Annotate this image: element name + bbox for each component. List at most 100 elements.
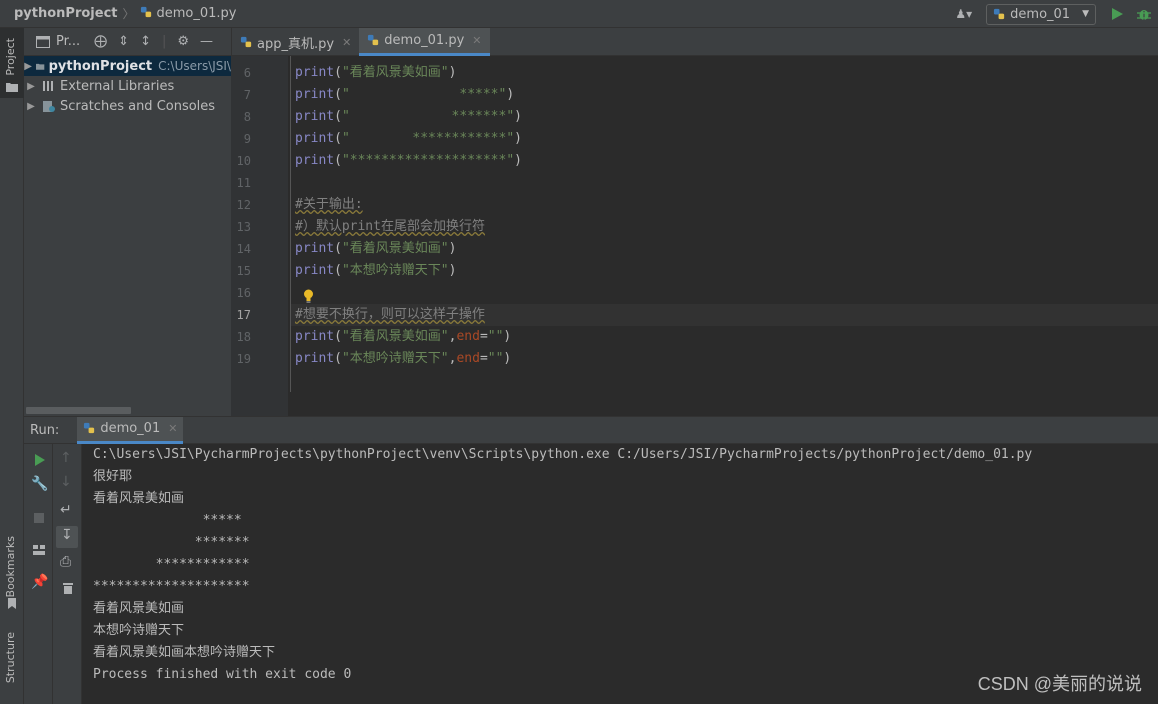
code-line: print("看着风景美如画") [295, 62, 456, 84]
run-toolbar-primary: 🔧 📌 [24, 444, 53, 704]
code-line: print(" *****") [295, 84, 514, 106]
print-icon[interactable]: ⎙ [60, 554, 76, 570]
project-panel-title[interactable]: Pr... [56, 34, 80, 49]
scroll-to-end-button[interactable]: ↧ [56, 526, 78, 548]
layout-icon[interactable] [31, 542, 47, 558]
navbar-actions: ♟▾ demo_01 ▼ [955, 0, 1158, 28]
code-token: = [479, 351, 488, 366]
editor-tab-bar: app_真机.py ✕ demo_01.py ✕ [231, 28, 1158, 56]
close-icon[interactable]: ✕ [168, 422, 177, 435]
hide-icon[interactable]: — [200, 34, 213, 49]
debug-icon[interactable] [1136, 6, 1152, 22]
run-toolbar-secondary: ↑ ↓ ↵ ↧ ⎙ [53, 444, 82, 704]
code-token: #关于输出: [295, 197, 363, 212]
line-number: 9 [243, 132, 251, 146]
pin-icon[interactable]: 📌 [31, 574, 48, 590]
arrow-up-icon[interactable]: ↑ [60, 450, 76, 466]
run-tab-label: demo_01 [100, 421, 161, 436]
line-number: 6 [243, 66, 251, 80]
python-file-icon [368, 34, 379, 46]
rerun-icon[interactable] [31, 452, 47, 468]
line-number: 8 [243, 110, 251, 124]
tree-item-label: External Libraries [60, 78, 175, 94]
console-line: C:\Users\JSI\PycharmProjects\pythonProje… [93, 447, 1033, 462]
line-number: 19 [236, 352, 251, 366]
code-token: ( [334, 131, 342, 146]
collapse-all-icon[interactable]: ↕ [140, 34, 151, 49]
tree-item-label: Scratches and Consoles [60, 98, 216, 114]
code-line: #想要不换行，则可以这样子操作 [295, 304, 485, 326]
folder-icon [6, 83, 18, 92]
panel-icon [36, 35, 50, 48]
close-icon[interactable]: ✕ [472, 34, 481, 47]
structure-tool-tab[interactable]: Structure [4, 632, 17, 683]
code-token: end [456, 351, 480, 366]
left-tool-strip: Project Bookmarks Structure [0, 28, 24, 704]
code-token: ) [448, 263, 457, 278]
code-token: ) [448, 65, 457, 80]
code-token: ( [334, 241, 342, 256]
code-token: ) [514, 153, 522, 168]
code-token: "看着风景美如画" [341, 241, 449, 256]
tree-item-external-libraries[interactable]: ▶ External Libraries [24, 76, 231, 96]
tree-item-project-root[interactable]: ▶ pythonProject C:\Users\JSI\ [24, 56, 231, 76]
code-token: #）默认print在尾部会加换行符 [295, 219, 485, 234]
project-tool-tab[interactable]: Project [4, 38, 17, 76]
tab-app-zhenji[interactable]: app_真机.py ✕ [232, 28, 359, 56]
bookmark-icon [8, 598, 16, 609]
run-tab-demo-01[interactable]: demo_01 ✕ [77, 416, 184, 444]
code-line: print("本想吟诗赠天下",end="") [295, 348, 511, 370]
tree-item-scratches[interactable]: ▶ Scratches and Consoles [24, 96, 231, 116]
horizontal-scrollbar[interactable] [26, 407, 131, 414]
run-configuration-select[interactable]: demo_01 ▼ [986, 3, 1096, 25]
close-icon[interactable]: ✕ [342, 36, 351, 49]
locate-icon[interactable]: ⨁ [94, 34, 107, 49]
line-number: 11 [236, 176, 251, 190]
run-configuration-label: demo_01 [1010, 6, 1071, 22]
code-token: "看着风景美如画" [341, 65, 449, 80]
code-line: print(" ************") [295, 128, 522, 150]
folder-icon [36, 63, 45, 70]
console-line: 看着风景美如画本想吟诗赠天下 [93, 645, 276, 660]
console-line: Process finished with exit code 0 [93, 667, 352, 682]
run-console[interactable]: C:\Users\JSI\PycharmProjects\pythonProje… [82, 444, 1158, 704]
wrench-icon[interactable]: 🔧 [31, 476, 48, 492]
code-line: print("********************") [295, 150, 522, 172]
breadcrumb-file[interactable]: demo_01.py [140, 6, 237, 21]
lightbulb-icon[interactable] [303, 289, 314, 303]
code-token: ) [448, 241, 457, 256]
gear-icon[interactable]: ⚙ [177, 34, 189, 49]
expand-all-icon[interactable]: ⇕ [118, 34, 129, 49]
tree-item-path: C:\Users\JSI\ [158, 59, 231, 73]
code-token: ( [334, 65, 342, 80]
code-token: print [295, 241, 335, 256]
code-token: "本想吟诗赠天下" [341, 351, 449, 366]
stop-icon[interactable] [31, 510, 47, 526]
scratches-icon [43, 100, 55, 112]
code-editor[interactable]: print("看着风景美如画") print(" *****") print(" *… [291, 56, 1158, 416]
breadcrumb-project[interactable]: pythonProject [14, 6, 118, 21]
code-token: "" [487, 329, 504, 344]
console-line: 看着风景美如画 [93, 601, 185, 616]
code-token: ( [334, 351, 342, 366]
code-token: ) [514, 131, 522, 146]
arrow-down-icon[interactable]: ↓ [60, 474, 76, 490]
breadcrumb-separator: 〉 [122, 7, 135, 21]
code-token: print [295, 351, 335, 366]
run-icon[interactable] [1110, 7, 1124, 21]
line-number: 18 [236, 330, 251, 344]
code-token: ( [334, 87, 342, 102]
python-file-icon [240, 36, 252, 47]
soft-wrap-icon[interactable]: ↵ [60, 502, 76, 518]
tab-demo-01[interactable]: demo_01.py ✕ [359, 28, 490, 56]
divider: | [161, 34, 167, 49]
line-number: 16 [236, 286, 251, 300]
code-token: print [295, 131, 335, 146]
code-token: "" [487, 351, 504, 366]
code-token: ( [334, 109, 342, 124]
bookmarks-tool-tab[interactable]: Bookmarks [4, 536, 17, 597]
line-number: 15 [236, 264, 251, 278]
chevron-down-icon: ▼ [1082, 9, 1089, 19]
user-icon[interactable]: ♟▾ [955, 7, 972, 21]
trash-icon[interactable] [60, 580, 76, 596]
